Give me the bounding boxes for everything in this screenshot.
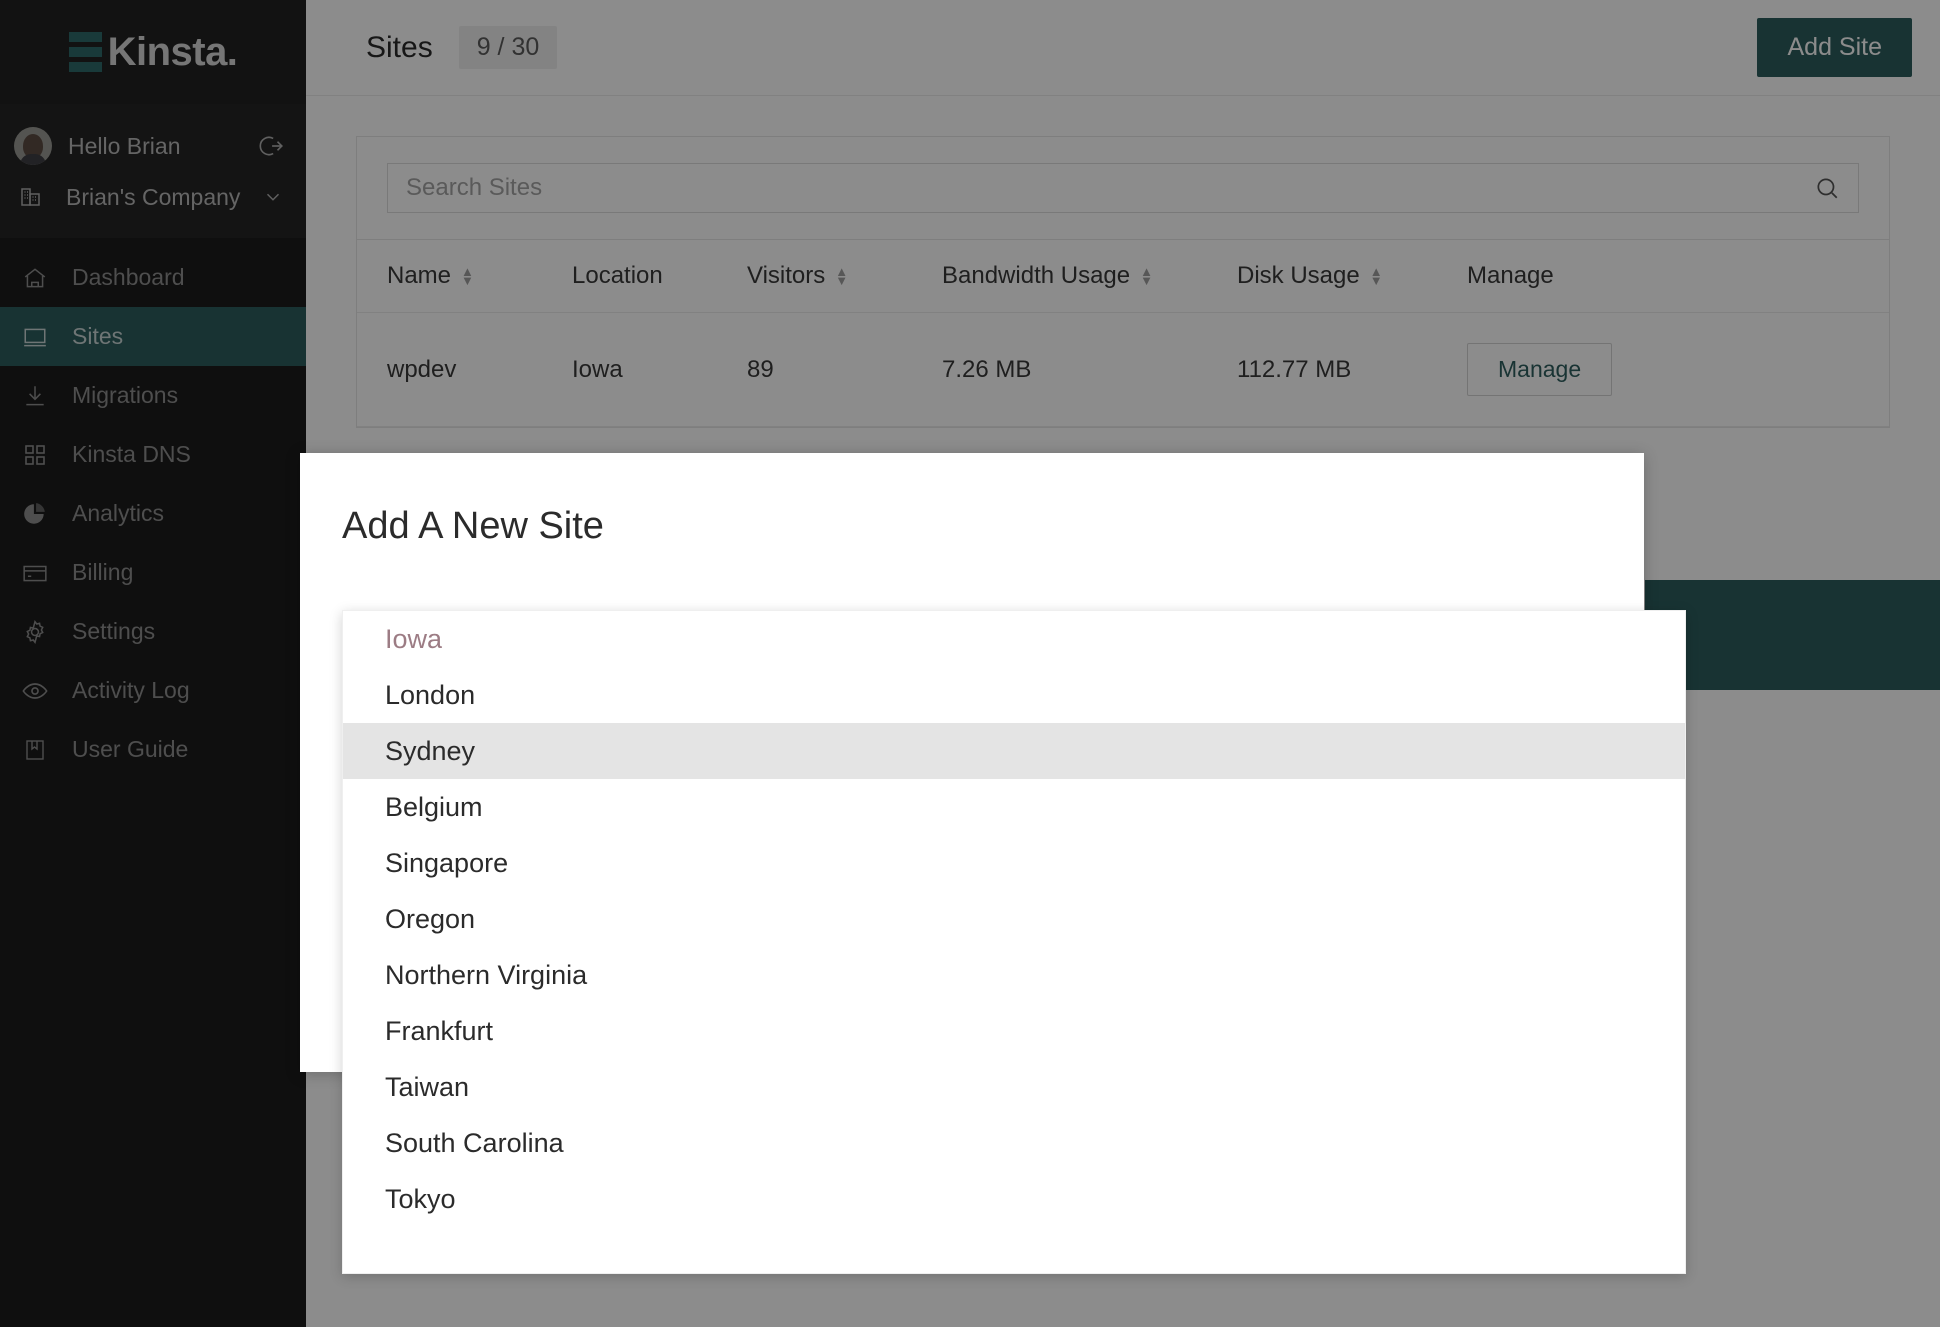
dropdown-option[interactable]: Tokyo	[343, 1171, 1685, 1227]
dropdown-option[interactable]: Singapore	[343, 835, 1685, 891]
dropdown-option[interactable]: Sydney	[343, 723, 1685, 779]
dropdown-option[interactable]: Belgium	[343, 779, 1685, 835]
dropdown-option[interactable]: Frankfurt	[343, 1003, 1685, 1059]
dropdown-option[interactable]: Taiwan	[343, 1059, 1685, 1115]
dropdown-option[interactable]: Iowa	[343, 611, 1685, 667]
app-root: Kinsta. Hello Brian Brian's Company	[0, 0, 1940, 1327]
dropdown-option[interactable]: Oregon	[343, 891, 1685, 947]
dropdown-option[interactable]: Northern Virginia	[343, 947, 1685, 1003]
location-dropdown-list[interactable]: Iowa London Sydney Belgium Singapore Ore…	[342, 610, 1686, 1274]
dropdown-option[interactable]: South Carolina	[343, 1115, 1685, 1171]
modal-title: Add A New Site	[300, 453, 1644, 548]
dropdown-option[interactable]: London	[343, 667, 1685, 723]
